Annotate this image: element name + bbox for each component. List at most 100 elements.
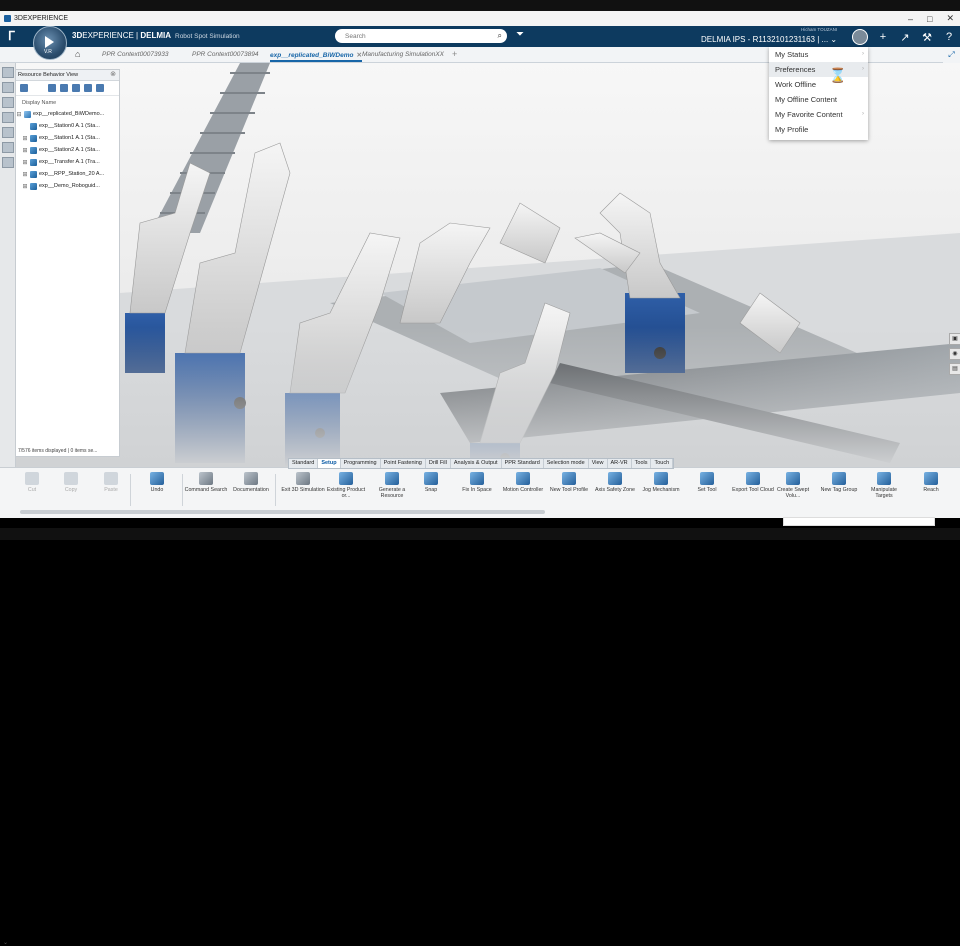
- strip-tool-icon[interactable]: [2, 157, 14, 168]
- side-tool-icon[interactable]: ▤: [949, 363, 960, 375]
- tab-manufacturing-simulation[interactable]: Manufacturing SimulationXX: [362, 51, 444, 58]
- expand-icon[interactable]: ⊞: [22, 159, 28, 166]
- collab-space-context[interactable]: DELMIA IPS - R1132101231163 | ... ⌄: [701, 35, 837, 44]
- add-tab-icon[interactable]: +: [452, 49, 457, 59]
- tree-label: exp__Demo_Roboguid...: [39, 183, 100, 189]
- tab-ppr-context-2[interactable]: PPR Context00073894: [192, 51, 259, 58]
- tree-item[interactable]: ⊞ exp__Station1 A.1 (Sta...: [16, 132, 119, 144]
- section-tab-touch[interactable]: Touch: [651, 459, 674, 468]
- search-icon[interactable]: [48, 84, 56, 92]
- toolbar-collapse-icon[interactable]: ⌄: [3, 939, 8, 946]
- section-tab-analysis-output[interactable]: Analysis & Output: [451, 459, 502, 468]
- section-tab-selection-mode[interactable]: Selection mode: [544, 459, 589, 468]
- section-tab-drill-fill[interactable]: Drill Fill: [426, 459, 451, 468]
- new-tool-profile-button[interactable]: New Tool Profile: [547, 472, 591, 493]
- expand-icon[interactable]: ⊞: [22, 171, 28, 178]
- menu-item-my-profile[interactable]: My Profile: [769, 122, 868, 137]
- minimize-button[interactable]: –: [908, 14, 913, 24]
- avatar[interactable]: [852, 29, 868, 45]
- section-tab-tools[interactable]: Tools: [632, 459, 652, 468]
- filter-funnel-icon[interactable]: [60, 84, 68, 92]
- existing-product-button[interactable]: Existing Product or...: [324, 472, 368, 499]
- section-tab-point-fastening[interactable]: Point Fastening: [381, 459, 426, 468]
- exit-icon: [296, 472, 310, 485]
- axis-safety-zone-button[interactable]: Axis Safety Zone: [593, 472, 637, 493]
- tools-icon[interactable]: ⚒: [920, 31, 934, 44]
- copy-button[interactable]: Copy: [49, 472, 93, 493]
- section-tab-view[interactable]: View: [589, 459, 608, 468]
- home-icon[interactable]: ⌂: [75, 49, 80, 59]
- tree-item[interactable]: ⊞ exp__Demo_Roboguid...: [16, 180, 119, 192]
- play-icon[interactable]: [45, 36, 54, 48]
- tag-icon[interactable]: ⏷: [516, 29, 524, 40]
- snap-button[interactable]: Snap: [409, 472, 453, 493]
- undo-icon: [150, 472, 164, 485]
- fullscreen-icon[interactable]: ⤢: [943, 47, 960, 63]
- command-search-button[interactable]: Command Search: [184, 472, 228, 493]
- menu-item-my-status[interactable]: My Status ›: [769, 47, 868, 62]
- cut-button[interactable]: Cut: [10, 472, 54, 493]
- close-panel-icon[interactable]: ⊗: [110, 70, 116, 80]
- strip-tool-icon[interactable]: [2, 112, 14, 123]
- jog-mechanism-button[interactable]: Jog Mechanism: [639, 472, 683, 493]
- create-swept-volume-button[interactable]: Create Swept Volu...: [771, 472, 815, 499]
- paste-button[interactable]: Paste: [89, 472, 133, 493]
- station-icon: [30, 122, 37, 130]
- search-box[interactable]: ⌕: [335, 29, 507, 43]
- reach-button[interactable]: Reach: [909, 472, 953, 493]
- generate-resource-button[interactable]: Generate a Resource: [370, 472, 414, 499]
- tree-item[interactable]: exp__Station0 A.1 (Sta...: [16, 120, 119, 132]
- expand-icon[interactable]: ⊞: [22, 183, 28, 190]
- close-button[interactable]: ✕: [946, 13, 954, 24]
- compass-widget[interactable]: V.R: [33, 26, 67, 60]
- export-tool-cloud-button[interactable]: Export Tool Cloud: [731, 472, 775, 493]
- menu-item-my-offline-content[interactable]: My Offline Content: [769, 92, 868, 107]
- layout-icon[interactable]: [96, 84, 104, 92]
- undo-button[interactable]: Undo: [135, 472, 179, 493]
- exit-3d-simulation-button[interactable]: Exit 3D Simulation: [281, 472, 325, 493]
- tab-ppr-context-1[interactable]: PPR Context00073933: [102, 51, 169, 58]
- tree-item[interactable]: ⊞ exp__Station2 A.1 (Sta...: [16, 144, 119, 156]
- section-tab-setup[interactable]: Setup: [318, 459, 341, 468]
- tree-item[interactable]: ⊞ exp__Transfer A.1 (Tra...: [16, 156, 119, 168]
- share-icon[interactable]: ↗: [898, 31, 912, 44]
- menu-item-preferences[interactable]: Preferences ›: [769, 62, 868, 77]
- settings-icon[interactable]: [84, 84, 92, 92]
- section-tab-standard[interactable]: Standard: [289, 459, 319, 468]
- expand-icon[interactable]: ⊞: [22, 135, 28, 142]
- expand-icon[interactable]: ⊞: [22, 147, 28, 154]
- new-tag-group-button[interactable]: New Tag Group: [817, 472, 861, 493]
- strip-tool-icon[interactable]: [2, 67, 14, 78]
- section-tab-programming[interactable]: Programming: [341, 459, 381, 468]
- collapse-icon[interactable]: ⊟: [16, 111, 22, 118]
- search-input[interactable]: [343, 31, 497, 41]
- table-icon[interactable]: [72, 84, 80, 92]
- motion-controller-button[interactable]: Motion Controller: [501, 472, 545, 493]
- documentation-button[interactable]: Documentation: [229, 472, 273, 493]
- strip-tool-icon[interactable]: [2, 127, 14, 138]
- menu-item-work-offline[interactable]: Work Offline: [769, 77, 868, 92]
- strip-tool-icon[interactable]: [2, 97, 14, 108]
- section-tab-ppr-standard[interactable]: PPR Standard: [502, 459, 544, 468]
- menu-item-my-favorite-content[interactable]: My Favorite Content ›: [769, 107, 868, 122]
- set-tool-button[interactable]: Set Tool: [685, 472, 729, 493]
- strip-tool-icon[interactable]: [2, 142, 14, 153]
- camera-icon[interactable]: ◉: [949, 348, 960, 360]
- toolbar-scrollbar[interactable]: [20, 510, 545, 514]
- manipulate-targets-button[interactable]: Manipulate Targets: [862, 472, 906, 499]
- help-icon[interactable]: ?: [942, 31, 956, 43]
- secondary-scrollbar[interactable]: [783, 517, 935, 526]
- 3ds-logo-icon[interactable]: ᒥ: [8, 29, 24, 43]
- side-tool-icon[interactable]: ▣: [949, 333, 960, 345]
- fix-in-space-button[interactable]: Fix In Space: [455, 472, 499, 493]
- plus-icon[interactable]: +: [876, 31, 890, 43]
- tab-replicated-biwdemo[interactable]: exp__replicated_BiWDemo ✕: [270, 51, 362, 62]
- tree-item[interactable]: ⊞ exp__RPP_Station_20 A...: [16, 168, 119, 180]
- swept-volume-icon: [786, 472, 800, 485]
- strip-tool-icon[interactable]: [2, 82, 14, 93]
- section-tab-ar-vr[interactable]: AR-VR: [608, 459, 632, 468]
- tree-root[interactable]: ⊟ exp__replicated_BiWDemo...: [16, 108, 119, 120]
- search-icon[interactable]: ⌕: [498, 31, 502, 41]
- maximize-button[interactable]: □: [927, 14, 932, 24]
- filter-icon[interactable]: [20, 84, 28, 92]
